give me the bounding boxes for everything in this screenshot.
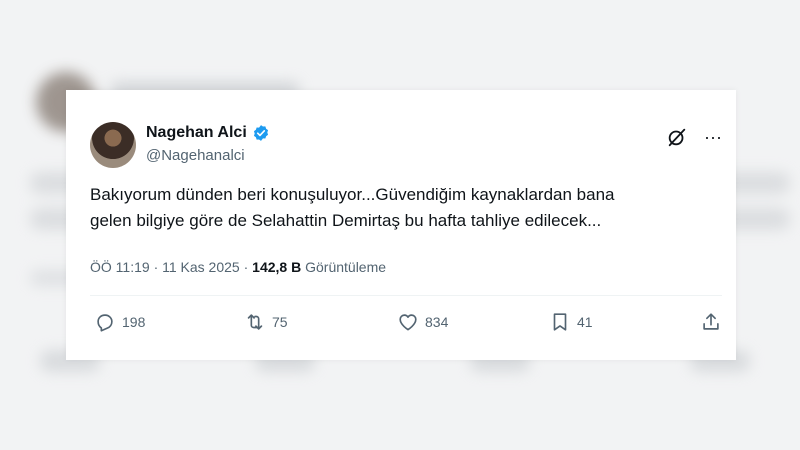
reply-icon (97, 314, 113, 332)
author-row: Nagehan Alci (146, 124, 270, 142)
repost-count: 75 (272, 314, 288, 330)
tweet-card: Nagehan Alci @Nagehanalci ··· Bakıyorum … (66, 90, 736, 360)
tweet-text: Bakıyorum dünden beri konuşuluyor...Güve… (90, 182, 720, 234)
tweet-text-line: gelen bilgiye göre de Selahattin Demirta… (90, 211, 602, 230)
avatar[interactable] (90, 122, 136, 168)
like-count: 834 (425, 314, 449, 330)
meta-separator: · (153, 259, 159, 275)
share-icon (703, 313, 719, 330)
top-actions: ··· (666, 126, 722, 148)
share-button[interactable] (700, 311, 728, 333)
repost-button[interactable]: 75 (244, 311, 288, 333)
views-count: 142,8 B (252, 259, 302, 275)
screenshot-stage: Nagehan Alci @Nagehanalci ··· Bakıyorum … (0, 0, 800, 450)
like-button[interactable]: 834 (397, 311, 448, 333)
repost-icon (247, 314, 263, 330)
grok-icon[interactable] (666, 126, 688, 148)
divider (90, 295, 722, 296)
more-icon[interactable]: ··· (704, 128, 722, 146)
bookmark-icon (553, 313, 567, 331)
tweet-date[interactable]: 11 Kas 2025 (162, 259, 240, 275)
tweet-time[interactable]: ÖÖ 11:19 (90, 259, 150, 275)
views-label: Görüntüleme (305, 259, 387, 275)
meta-separator: · (243, 259, 249, 275)
reply-count: 198 (122, 314, 146, 330)
bookmark-button[interactable]: 41 (549, 311, 593, 333)
bookmark-count: 41 (577, 314, 593, 330)
heart-icon (399, 314, 417, 331)
author-handle[interactable]: @Nagehanalci (146, 147, 245, 164)
reply-button[interactable]: 198 (94, 311, 145, 333)
tweet-meta: ÖÖ 11:19 · 11 Kas 2025 · 142,8 B Görüntü… (90, 259, 386, 275)
author-name[interactable]: Nagehan Alci (146, 124, 247, 142)
tweet-text-line: Bakıyorum dünden beri konuşuluyor...Güve… (90, 185, 615, 204)
verified-badge-icon (253, 125, 268, 141)
